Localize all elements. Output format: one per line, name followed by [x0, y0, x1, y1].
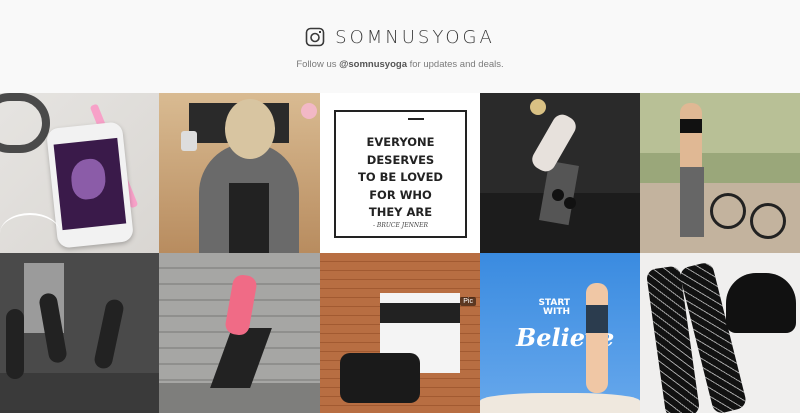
phone-screen	[53, 137, 127, 231]
quote-line: TO BE LOVED	[358, 170, 443, 184]
instagram-handle-link[interactable]: @somnusyoga	[339, 59, 407, 70]
headphones-shape	[0, 93, 50, 153]
hair-shape	[530, 99, 546, 115]
quote-line: EVERYONE	[366, 135, 435, 149]
quote-line: THEY ARE	[368, 205, 433, 219]
brand-name: SOMNUSYOGA	[335, 26, 495, 48]
pants-shape	[340, 353, 420, 403]
quote-frame: EVERYONE DESERVES TO BE LOVED FOR WHO TH…	[334, 110, 467, 238]
brand-link[interactable]: SOMNUSYOGA	[305, 27, 495, 48]
cable-shape	[0, 213, 60, 253]
kettlebell-shape	[564, 197, 576, 209]
start-with-text: START WITH	[520, 299, 570, 317]
brand-row: SOMNUSYOGA	[0, 23, 800, 51]
bike-wheel	[750, 203, 786, 239]
rock-shape	[480, 393, 640, 413]
woman-shape	[586, 283, 608, 393]
quote-author: - BRUCE JENNER	[373, 222, 428, 229]
photo-tile-dance[interactable]	[0, 253, 159, 413]
bike-wheel	[710, 193, 746, 229]
instagram-photo-grid: EVERYONE DESERVES TO BE LOVED FOR WHO TH…	[0, 93, 800, 413]
feed-header: SOMNUSYOGA Follow us @somnusyoga for upd…	[0, 0, 800, 93]
logo-mark	[408, 118, 424, 123]
kettlebell-shape	[552, 189, 564, 201]
dancer-shape	[92, 297, 126, 371]
top-back-shape	[229, 183, 269, 253]
sports-bra-shape	[680, 119, 702, 133]
head-shape	[225, 99, 275, 159]
photo-tile-phone[interactable]	[0, 93, 159, 253]
photo-tile-gym[interactable]	[480, 93, 640, 253]
studio-floor	[0, 373, 159, 413]
tagline-prefix: Follow us	[296, 59, 340, 70]
quote-line: FOR WHO	[369, 187, 432, 202]
photo-tile-flatlay[interactable]	[640, 253, 800, 413]
woman-top	[586, 305, 608, 333]
photo-tile-desk[interactable]	[159, 93, 320, 253]
pic-badge: Pic	[460, 297, 476, 306]
quote-text: EVERYONE DESERVES TO BE LOVED FOR WHO TH…	[336, 134, 465, 222]
top-stripe	[380, 303, 460, 323]
sports-bra-shape	[726, 273, 796, 333]
flower-shape	[301, 103, 317, 119]
quote-line: DESERVES	[366, 152, 435, 167]
mug-shape	[181, 131, 197, 151]
photo-tile-bike[interactable]	[640, 93, 800, 253]
with-label: WITH	[543, 307, 570, 317]
photo-tile-run[interactable]	[159, 253, 320, 413]
photo-tile-quote[interactable]: EVERYONE DESERVES TO BE LOVED FOR WHO TH…	[320, 93, 480, 253]
dancer-shape	[6, 309, 24, 379]
photo-tile-lounge[interactable]: Pic	[320, 253, 480, 413]
instagram-icon	[305, 27, 325, 47]
photo-tile-believe[interactable]: START WITH Believe	[480, 253, 640, 413]
tagline: Follow us @somnusyoga for updates and de…	[0, 59, 800, 70]
sky-shape	[640, 93, 800, 153]
leggings-shape	[680, 167, 704, 237]
tagline-suffix: for updates and deals.	[406, 59, 504, 70]
